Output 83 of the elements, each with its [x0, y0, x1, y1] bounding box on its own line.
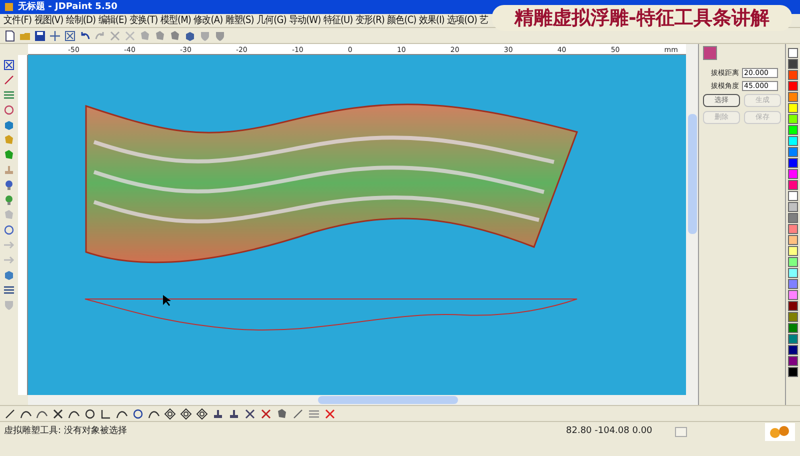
save-icon[interactable]: [34, 30, 46, 42]
logo-icon: [765, 423, 795, 441]
banner-title: 精雕虚拟浮雕-特征工具条讲解: [514, 8, 770, 28]
menu-item[interactable]: 颜色(C): [387, 16, 416, 26]
shape-icon[interactable]: [3, 149, 15, 161]
menu-item[interactable]: 几何(G): [256, 16, 286, 26]
angle-icon[interactable]: [100, 408, 112, 420]
app-icon: [4, 2, 14, 12]
color-swatch[interactable]: [788, 268, 798, 278]
diamond-icon[interactable]: [180, 408, 192, 420]
cross-icon[interactable]: [244, 408, 256, 420]
window-title: 无标题 - JDPaint 5.50: [18, 2, 118, 12]
menu-item[interactable]: 选项(O): [447, 16, 477, 26]
menu-item[interactable]: 艺: [480, 16, 488, 26]
color-swatch[interactable]: [788, 125, 798, 135]
color-swatch[interactable]: [788, 345, 798, 355]
shape-icon[interactable]: [276, 408, 288, 420]
document-icon[interactable]: [4, 30, 16, 42]
menu-item[interactable]: 效果(I): [418, 16, 444, 26]
menu-item[interactable]: 绘制(D): [66, 16, 96, 26]
bulb-icon[interactable]: [3, 179, 15, 191]
shield-icon[interactable]: [214, 30, 226, 42]
circle-icon[interactable]: [84, 408, 96, 420]
color-swatch[interactable]: [788, 301, 798, 311]
color-swatch[interactable]: [788, 279, 798, 289]
color-swatch[interactable]: [788, 59, 798, 69]
cross-icon[interactable]: [52, 408, 64, 420]
color-swatch[interactable]: [788, 213, 798, 223]
color-swatch[interactable]: [788, 202, 798, 212]
menu-item[interactable]: 导动(W): [288, 16, 321, 26]
menu-item[interactable]: 变换(T): [129, 16, 158, 26]
bulb-icon[interactable]: [3, 194, 15, 206]
crosshair-icon[interactable]: [49, 30, 61, 42]
color-swatch[interactable]: [788, 103, 798, 113]
color-swatch[interactable]: [788, 224, 798, 234]
color-swatch[interactable]: [788, 147, 798, 157]
color-swatch[interactable]: [788, 246, 798, 256]
color-swatch[interactable]: [788, 114, 798, 124]
color-swatch[interactable]: [788, 235, 798, 245]
diamond-icon[interactable]: [164, 408, 176, 420]
shape-icon[interactable]: [154, 30, 166, 42]
hatch-icon[interactable]: [3, 284, 15, 296]
color-swatch[interactable]: [788, 169, 798, 179]
color-swatch[interactable]: [788, 81, 798, 91]
color-swatch[interactable]: [788, 312, 798, 322]
horizontal-scrollbar[interactable]: [28, 395, 686, 405]
color-swatch[interactable]: [788, 290, 798, 300]
color-swatch[interactable]: [788, 92, 798, 102]
box-icon[interactable]: [64, 30, 76, 42]
select-icon[interactable]: [3, 59, 15, 71]
vertical-scrollbar[interactable]: [686, 44, 698, 405]
undo-icon[interactable]: [79, 30, 91, 42]
cursor-coordinates: 82.80 -104.08 0.00: [566, 425, 652, 438]
status-indicator: [675, 427, 687, 437]
color-swatch[interactable]: [788, 334, 798, 344]
status-message: 虚拟雕塑工具: 没有对象被选择: [4, 425, 127, 438]
color-swatch[interactable]: [788, 356, 798, 366]
menu-item[interactable]: 变形(R): [355, 16, 384, 26]
color-swatch[interactable]: [788, 70, 798, 80]
menu-item[interactable]: 视图(V): [34, 16, 64, 26]
circle-icon[interactable]: [3, 224, 15, 236]
color-swatch[interactable]: [788, 136, 798, 146]
line-icon[interactable]: [4, 408, 16, 420]
color-swatch[interactable]: [788, 158, 798, 168]
color-swatch[interactable]: [788, 180, 798, 190]
color-swatch[interactable]: [788, 367, 798, 377]
cursor-icon: [163, 295, 171, 307]
diamond-icon[interactable]: [196, 408, 208, 420]
shape-icon[interactable]: [169, 30, 181, 42]
menu-item[interactable]: 修改(A): [194, 16, 223, 26]
menu-item[interactable]: 特征(U): [323, 16, 353, 26]
color-swatch[interactable]: [788, 323, 798, 333]
cross-icon[interactable]: [260, 408, 272, 420]
menu-item[interactable]: 编辑(E): [98, 16, 127, 26]
circle-icon[interactable]: [132, 408, 144, 420]
color-swatch[interactable]: [788, 191, 798, 201]
color-swatch[interactable]: [788, 48, 798, 58]
shape-icon[interactable]: [3, 134, 15, 146]
line-icon[interactable]: [292, 408, 304, 420]
color-swatch[interactable]: [788, 257, 798, 267]
menu-item[interactable]: 文件(F): [4, 16, 32, 26]
menu-item[interactable]: 模型(M): [160, 16, 191, 26]
menu-item[interactable]: 雕塑(S): [225, 16, 254, 26]
